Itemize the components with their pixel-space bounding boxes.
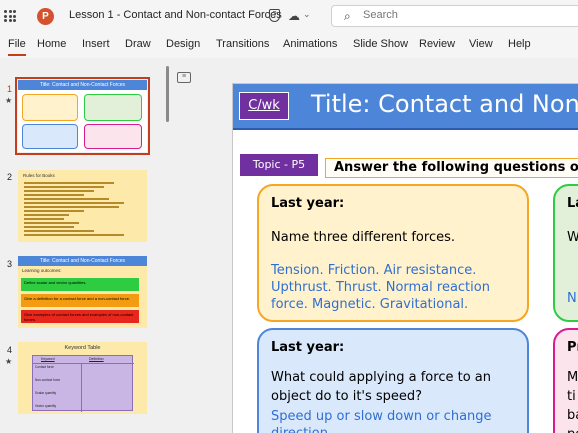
thumb-col-header: Definition (89, 357, 104, 361)
slide-thumbnail-3[interactable]: Title: Contact and Non-Contact Forces Le… (18, 256, 147, 328)
box-question: What could applying a force to an object… (271, 370, 491, 404)
slide-number: 4 (7, 345, 13, 355)
slide-number: 2 (7, 172, 13, 182)
tab-insert[interactable]: Insert (82, 38, 110, 50)
tab-draw[interactable]: Draw (125, 38, 151, 50)
tab-view[interactable]: View (469, 38, 493, 50)
thumb-title: Keyword Table (64, 345, 101, 351)
thumb-row-label: Contact force (35, 365, 54, 369)
thumb-text-line (24, 206, 119, 208)
search-icon: ⌕ (344, 9, 351, 23)
box-answer: Tension. Friction. Air resistance. Upthr… (271, 263, 490, 312)
last-year-box-1[interactable]: Last year: Name three different forces. … (257, 184, 529, 322)
instruction-bar[interactable]: Answer the following questions on the wo… (325, 158, 578, 178)
sensitivity-shield-icon[interactable]: ? (269, 9, 280, 22)
app-launcher-icon[interactable] (4, 10, 16, 22)
tab-slide-show[interactable]: Slide Show (353, 38, 408, 50)
box-answer: Speed up or slow down or change directio… (271, 409, 492, 433)
thumb-text-line (24, 230, 94, 232)
box-question: Name three different forces. (271, 230, 455, 245)
last-year-box-2[interactable]: Last year: What could applying a force t… (257, 328, 529, 433)
box-heading: Pr (567, 340, 578, 355)
title-bar: P Lesson 1 - Contact and Non-contact For… (0, 0, 578, 32)
slide-number: 3 (7, 259, 13, 269)
animation-star-icon: ★ (5, 96, 13, 105)
thumb-outcome: Define scalar and vector quantities. (21, 278, 139, 291)
comment-icon[interactable]: ≡ (177, 72, 191, 83)
thumb-text-line (24, 214, 69, 216)
thumb-row-label: Vector quantity (35, 404, 57, 408)
slide-thumbnail-2[interactable]: Rules for Books (18, 170, 147, 242)
thumb-text-line (24, 186, 104, 188)
thumb-text-line (24, 194, 84, 196)
thumb-box (84, 94, 142, 121)
thumbnail-scrollbar[interactable] (166, 66, 169, 122)
tab-file[interactable]: File (8, 38, 26, 56)
thumb-text-line (24, 226, 74, 228)
pink-question-box[interactable]: Pr M ti ba pe (553, 328, 578, 433)
animation-star-icon: ★ (5, 357, 13, 366)
box-answer: N (567, 291, 577, 306)
thumb-outcome: Give a definition for a contact force an… (21, 294, 139, 307)
cloud-save-icon[interactable]: ☁ (288, 9, 300, 23)
tab-animations[interactable]: Animations (283, 38, 337, 50)
thumb-outcome: Give examples of contact forces and exam… (21, 310, 139, 323)
slide-thumbnail-pane[interactable]: 1 ★ Title: Contact and Non-Contact Force… (0, 58, 170, 433)
search-input[interactable] (363, 9, 563, 21)
box-question: W in (567, 230, 578, 245)
thumb-box (84, 124, 142, 149)
tab-help[interactable]: Help (508, 38, 531, 50)
topic-label[interactable]: Topic - P5 (239, 153, 319, 177)
thumb-title: Title: Contact and Non-Contact Forces (18, 80, 147, 90)
side-strip: ≡ (170, 58, 198, 433)
current-slide[interactable]: C/wk Title: Contact and Non-Contact Forc… (232, 83, 578, 433)
box-heading: Last year: (271, 340, 345, 355)
thumb-keyword-table: Keyword Definition Contact force Non-con… (32, 355, 134, 412)
thumb-box (22, 124, 78, 149)
tab-home[interactable]: Home (37, 38, 66, 50)
thumb-text-line (24, 202, 124, 204)
thumb-text-line (24, 234, 124, 236)
tab-review[interactable]: Review (419, 38, 455, 50)
slide-thumbnail-1[interactable]: Title: Contact and Non-Contact Forces (15, 77, 150, 155)
chevron-down-icon[interactable]: ⌄ (303, 9, 311, 20)
thumb-text-line (24, 210, 84, 212)
slide-title[interactable]: Title: Contact and Non-Contact Forces (311, 90, 578, 118)
thumb-heading: Learning outcomes: (22, 268, 62, 273)
slide-thumbnail-4[interactable]: Keyword Table Keyword Definition Contact… (18, 342, 147, 414)
slide-title-band: C/wk Title: Contact and Non-Contact Forc… (233, 84, 578, 130)
thumb-box (22, 94, 78, 121)
ribbon-tabs: File Home Insert Draw Design Transitions… (0, 32, 578, 58)
box-question: M ti ba pe (567, 370, 578, 433)
thumb-title: Rules for Books (23, 173, 55, 178)
powerpoint-icon: P (37, 8, 54, 25)
tab-transitions[interactable]: Transitions (216, 38, 269, 50)
thumb-text-line (24, 198, 109, 200)
tab-design[interactable]: Design (166, 38, 200, 50)
thumb-row-label: Scalar quantity (35, 391, 57, 395)
thumb-title: Title: Contact and Non-Contact Forces (18, 256, 147, 266)
cwk-label: C/wk (239, 92, 289, 120)
slide-canvas[interactable]: C/wk Title: Contact and Non-Contact Forc… (198, 58, 578, 433)
slide-number: 1 (7, 84, 13, 94)
green-question-box[interactable]: La W in N (553, 184, 578, 322)
thumb-row-label: Non-contact force (35, 378, 61, 382)
thumb-text-line (24, 218, 64, 220)
box-heading: Last year: (271, 196, 345, 211)
thumb-text-line (24, 222, 79, 224)
thumb-text-line (24, 182, 114, 184)
search-box[interactable]: ⌕ (331, 5, 578, 27)
thumb-text-line (24, 190, 94, 192)
thumb-col-header: Keyword (41, 357, 55, 361)
document-title[interactable]: Lesson 1 - Contact and Non-contact Force… (69, 9, 282, 21)
box-heading: La (567, 196, 578, 211)
